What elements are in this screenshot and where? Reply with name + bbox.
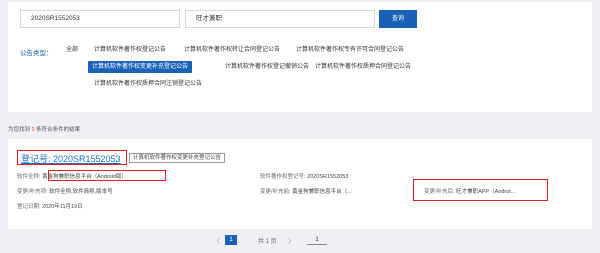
cert-number-value: 2020SR1552053 [307,174,349,180]
current-page-button[interactable]: 1 [225,235,237,245]
filter-all[interactable]: 全部 [66,44,78,56]
registration-number-link[interactable]: 登记号: 2020SR1552053 [21,152,121,165]
full-name-label: 软件全称: [17,174,41,180]
filter-registration[interactable]: 计算机软件著作权登记公告 [94,44,166,56]
next-page-icon[interactable]: 〉 [288,236,295,246]
before-change-value: 黄金狗兼职信息平台（... [292,189,352,195]
goto-page-input[interactable]: 1 [307,236,327,245]
announcement-type-tag: 计算机软件著作权变更补充登记公告 [129,153,226,163]
date-field: 登记日期: 2020年11月19日 [17,202,83,210]
date-value: 2020年11月19日 [42,204,83,210]
change-item-label: 变更/补充项: [17,189,48,195]
total-pages: 共 1 页 [258,239,277,245]
search-panel: 2020SR1552053 旺才兼职 查询 公告类型： 全部 计算机软件著作权登… [8,2,592,112]
search-button[interactable]: 查询 [379,10,417,28]
cert-number-label: 软件著作权登记号: [260,174,306,180]
registration-number-input[interactable]: 2020SR1552053 [20,10,180,28]
filter-revocation[interactable]: 计算机软件著作权登记撤销公告 [225,61,309,73]
prev-page-icon[interactable]: 〈 [213,236,220,246]
result-card: 登记号: 2020SR1552053 计算机软件著作权变更补充登记公告 软件全称… [8,139,592,229]
after-change-field: 变更/补充后: 旺才兼职APP（Androi... [424,187,515,195]
cert-number-field: 软件著作权登记号: 2020SR1552053 [260,172,348,180]
announcement-type-label: 公告类型： [20,50,53,57]
full-name-value: 黄金狗兼职信息平台（Android版） [42,174,128,180]
result-count: 为您找到 1 条符合条件的结果 [8,125,80,133]
filter-transfer-contract[interactable]: 计算机软件著作权转让合同登记公告 [184,44,280,56]
filter-exclusive-license[interactable]: 计算机软件著作权专有许可合同登记公告 [296,44,404,56]
full-name-field: 软件全称: 黄金狗兼职信息平台（Android版） [17,172,127,180]
software-name-input[interactable]: 旺才兼职 [185,10,375,28]
result-number: 1 [31,127,35,133]
before-change-field: 变更/补充前: 黄金狗兼职信息平台（... [260,187,352,195]
change-item-value: 软件全称,软件简称,版本号 [49,189,113,195]
change-item-field: 变更/补充项: 软件全称,软件简称,版本号 [17,187,113,195]
filter-change-supplement[interactable]: 计算机软件著作权变更补充登记公告 [88,61,193,73]
filter-pledge-contract[interactable]: 计算机软件著作权质押合同登记公告 [315,61,411,73]
filter-pledge-cancellation[interactable]: 计算机软件著作权质押合同注销登记公告 [94,78,202,90]
before-change-label: 变更/补充前: [260,189,291,195]
result-prefix: 为您找到 [8,127,31,133]
after-change-value: 旺才兼职APP（Androi... [456,189,516,195]
date-label: 登记日期: [17,204,41,210]
result-suffix: 条符合条件的结果 [36,127,81,133]
after-change-label: 变更/补充后: [424,189,455,195]
